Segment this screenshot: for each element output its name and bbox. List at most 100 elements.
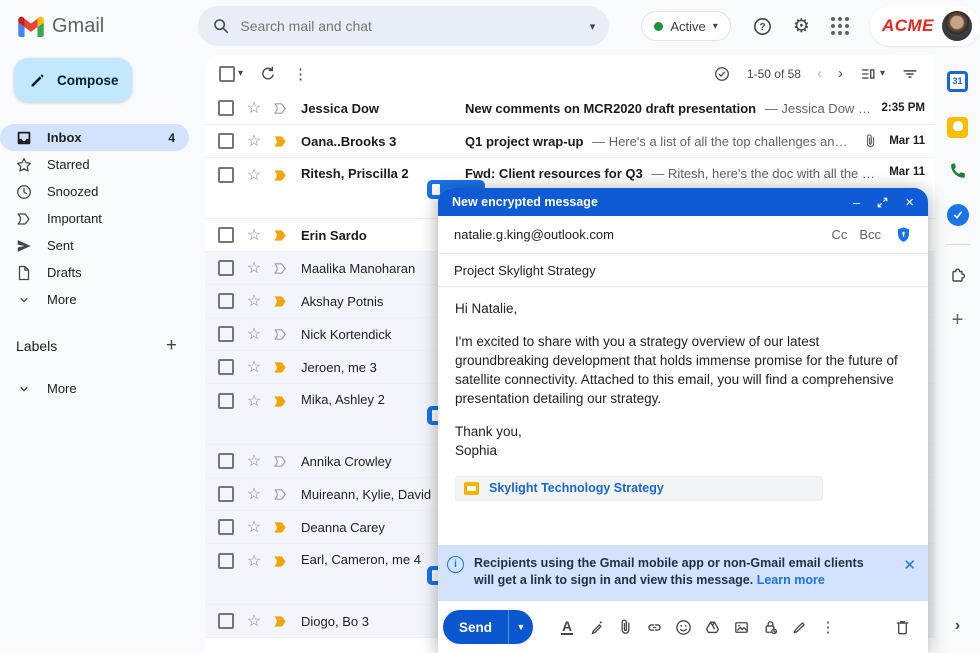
- help-button[interactable]: ?: [747, 9, 779, 43]
- attach-file-button[interactable]: [615, 617, 635, 637]
- star-icon[interactable]: ☆: [245, 552, 263, 570]
- insert-photo-button[interactable]: [731, 617, 751, 637]
- search-input[interactable]: [240, 18, 579, 34]
- sidebar-item-snoozed[interactable]: Snoozed: [0, 178, 189, 205]
- select-all-checkbox[interactable]: [219, 66, 235, 82]
- close-icon[interactable]: ×: [905, 195, 914, 210]
- star-icon[interactable]: ☆: [245, 166, 263, 184]
- importance-marker-icon[interactable]: [271, 226, 289, 244]
- table-row[interactable]: ☆ Oana..Brooks 3 Q1 project wrap-up — He…: [205, 125, 935, 158]
- star-icon[interactable]: ☆: [245, 259, 263, 277]
- star-icon[interactable]: ☆: [245, 612, 263, 630]
- sidebar-item-drafts[interactable]: Drafts: [0, 259, 189, 286]
- status-selector[interactable]: Active ▾: [641, 11, 730, 41]
- split-pane-button[interactable]: ▾: [859, 65, 885, 83]
- importance-marker-icon[interactable]: [271, 552, 289, 570]
- account-area[interactable]: ACME: [870, 6, 980, 46]
- avatar[interactable]: [942, 11, 972, 41]
- create-label-button[interactable]: +: [166, 335, 177, 357]
- settings-button[interactable]: ⚙: [785, 9, 817, 43]
- importance-marker-icon[interactable]: [271, 358, 289, 376]
- insert-from-drive-button[interactable]: [702, 617, 722, 637]
- row-checkbox[interactable]: [218, 326, 234, 342]
- tasks-button[interactable]: [943, 200, 973, 230]
- star-icon[interactable]: ☆: [245, 358, 263, 376]
- importance-marker-icon[interactable]: [271, 518, 289, 536]
- star-icon[interactable]: ☆: [245, 452, 263, 470]
- star-icon[interactable]: ☆: [245, 518, 263, 536]
- banner-close-icon[interactable]: ✕: [903, 558, 916, 601]
- row-checkbox[interactable]: [218, 393, 234, 409]
- row-checkbox[interactable]: [218, 519, 234, 535]
- sidebar-item-starred[interactable]: Starred: [0, 151, 189, 178]
- row-checkbox[interactable]: [218, 359, 234, 375]
- cc-button[interactable]: Cc: [831, 227, 847, 242]
- search-bar[interactable]: ▾: [198, 6, 609, 46]
- star-icon[interactable]: ☆: [245, 226, 263, 244]
- importance-marker-icon[interactable]: [271, 99, 289, 117]
- expand-panel-button[interactable]: ›: [955, 617, 960, 635]
- importance-marker-icon[interactable]: [271, 392, 289, 410]
- row-checkbox[interactable]: [218, 613, 234, 629]
- page-next-button[interactable]: ›: [838, 65, 843, 82]
- help-me-write-button[interactable]: [586, 617, 606, 637]
- importance-marker-icon[interactable]: [271, 452, 289, 470]
- sidebar-item-sent[interactable]: Sent: [0, 232, 189, 259]
- compose-body[interactable]: Hi Natalie, I'm excited to share with yo…: [438, 287, 928, 545]
- discard-draft-button[interactable]: [893, 618, 912, 637]
- filter-button[interactable]: [901, 65, 919, 83]
- get-addons-button[interactable]: [943, 259, 973, 289]
- apps-button[interactable]: [824, 9, 856, 43]
- sidebar-item-labels-more[interactable]: More: [0, 375, 189, 402]
- expand-icon[interactable]: [876, 196, 889, 209]
- keep-button[interactable]: [943, 112, 973, 142]
- table-row[interactable]: ☆ Jessica Dow New comments on MCR2020 dr…: [205, 92, 935, 125]
- compose-to-field[interactable]: natalie.g.king@outlook.com: [454, 227, 614, 242]
- importance-marker-icon[interactable]: [271, 612, 289, 630]
- more-options-button[interactable]: ⋮: [293, 65, 308, 83]
- importance-marker-icon[interactable]: [271, 485, 289, 503]
- voice-button[interactable]: [943, 156, 973, 186]
- compose-subject-field[interactable]: Project Skylight Strategy: [454, 263, 596, 278]
- sidebar-item-inbox[interactable]: Inbox4: [0, 124, 189, 151]
- importance-marker-icon[interactable]: [271, 292, 289, 310]
- sidebar-item-more[interactable]: More: [0, 286, 189, 313]
- formatting-options-button[interactable]: A: [557, 617, 577, 637]
- encryption-shield-icon[interactable]: [895, 226, 912, 243]
- learn-more-link[interactable]: Learn more: [757, 573, 825, 587]
- bcc-button[interactable]: Bcc: [859, 227, 881, 242]
- row-checkbox[interactable]: [218, 100, 234, 116]
- star-icon[interactable]: ☆: [245, 325, 263, 343]
- star-icon[interactable]: ☆: [245, 132, 263, 150]
- star-icon[interactable]: ☆: [245, 292, 263, 310]
- compose-button[interactable]: Compose: [14, 58, 132, 102]
- star-icon[interactable]: ☆: [245, 99, 263, 117]
- more-send-options-button[interactable]: ⋮: [818, 617, 838, 637]
- minimize-icon[interactable]: –: [853, 196, 860, 209]
- row-checkbox[interactable]: [218, 293, 234, 309]
- send-button[interactable]: Send: [443, 610, 508, 644]
- star-icon[interactable]: ☆: [245, 485, 263, 503]
- add-panel-app-button[interactable]: +: [943, 305, 973, 335]
- send-options-caret-icon[interactable]: ▼: [508, 610, 533, 644]
- row-checkbox[interactable]: [218, 453, 234, 469]
- insert-emoji-button[interactable]: [673, 617, 693, 637]
- importance-marker-icon[interactable]: [271, 166, 289, 184]
- insert-link-button[interactable]: [644, 617, 664, 637]
- refresh-button[interactable]: [259, 65, 277, 83]
- row-checkbox[interactable]: [218, 486, 234, 502]
- importance-marker-icon[interactable]: [271, 325, 289, 343]
- page-prev-button[interactable]: ‹: [817, 65, 822, 82]
- importance-marker-icon[interactable]: [271, 259, 289, 277]
- compose-titlebar[interactable]: New encrypted message – ×: [438, 188, 928, 216]
- insert-signature-button[interactable]: [789, 617, 809, 637]
- importance-marker-icon[interactable]: [271, 132, 289, 150]
- star-icon[interactable]: ☆: [245, 392, 263, 410]
- confidential-mode-button[interactable]: [760, 617, 780, 637]
- sidebar-item-important[interactable]: Important: [0, 205, 189, 232]
- search-options-caret-icon[interactable]: ▾: [590, 20, 596, 33]
- select-caret-icon[interactable]: ▾: [238, 68, 243, 79]
- row-checkbox[interactable]: [218, 227, 234, 243]
- row-checkbox[interactable]: [218, 133, 234, 149]
- row-checkbox[interactable]: [218, 553, 234, 569]
